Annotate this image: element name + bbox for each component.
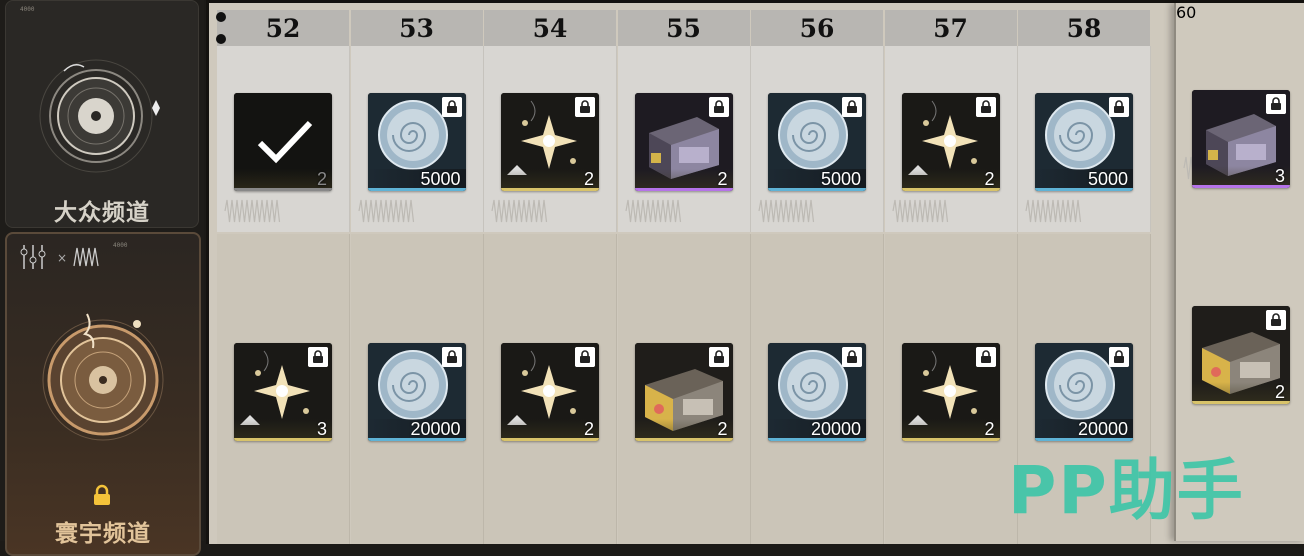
level-number: 53 [350, 10, 483, 46]
premium-channel-tab[interactable]: × 4000 寰宇频道 [5, 232, 201, 556]
level-number: 52 [217, 10, 349, 46]
reward-quantity: 2 [1274, 382, 1285, 402]
lock-icon [708, 347, 729, 367]
public-channel-tab[interactable]: 4000 大众频道 [5, 0, 199, 228]
reward-quantity: 5000 [820, 169, 861, 189]
lock-icon [842, 97, 862, 117]
waveform-decoration [357, 199, 414, 223]
reward-quantity: 2 [583, 169, 594, 189]
golden-disc-icon [42, 313, 164, 441]
reward-item-coin[interactable]: 20000 [367, 343, 466, 441]
reward-column-level-56: 56 5000 20000 [751, 6, 884, 544]
reward-item-coin[interactable]: 5000 [1035, 93, 1133, 191]
level-number: 60 [1176, 3, 1197, 22]
lock-icon [1109, 97, 1129, 117]
channel-sidebar: 4000 大众频道 × 4000 寰宇频道 [0, 0, 204, 556]
reward-item-spark[interactable]: 2 [901, 93, 1000, 191]
reward-quantity: 2 [984, 419, 995, 439]
reward-quantity: 5000 [1087, 169, 1128, 189]
reward-quantity: 20000 [810, 419, 861, 439]
reward-quantity: 3 [316, 419, 327, 439]
reward-quantity: 2 [717, 419, 728, 439]
lock-icon [94, 484, 110, 505]
reward-item-coin[interactable]: 5000 [768, 93, 866, 191]
level-number: 57 [884, 10, 1017, 46]
reward-column-level-54: 54 2 2 [484, 6, 617, 544]
board-rivet [216, 12, 226, 22]
reward-item-spark[interactable]: 2 [501, 343, 599, 441]
lock-icon [975, 347, 996, 367]
waveform-decoration [891, 199, 948, 223]
reward-column-level-55: 55 2 2 [617, 6, 751, 544]
reward-quantity: 2 [717, 169, 728, 189]
reward-quantity: 20000 [410, 419, 461, 439]
svg-text:×: × [57, 251, 67, 265]
lock-icon [575, 97, 595, 117]
board-rivet [216, 34, 226, 44]
lock-icon [575, 347, 595, 367]
reward-item-coin[interactable]: 5000 [367, 93, 466, 191]
lock-icon [708, 97, 729, 117]
reward-item-spark[interactable]: 2 [901, 343, 1000, 441]
premium-channel-title: 寰宇频道 [55, 521, 151, 547]
reward-quantity: 2 [316, 169, 327, 189]
waveform-decoration [224, 199, 281, 223]
waveform-decoration [624, 199, 681, 223]
level-number: 54 [484, 10, 616, 46]
reward-item-spark[interactable]: 2 [501, 93, 599, 191]
reward-item-gold-box[interactable]: 2 [1192, 306, 1290, 404]
level-number: 56 [751, 10, 883, 46]
lock-icon [1109, 347, 1129, 367]
reward-quantity: 2 [984, 169, 995, 189]
code-label: 4000 [113, 242, 128, 249]
reward-column-level-57: 57 2 2 [884, 6, 1018, 544]
waveform-decoration [1025, 199, 1082, 223]
level-number: 55 [617, 10, 750, 46]
level-number: 58 [1018, 10, 1150, 46]
lock-icon [441, 347, 462, 367]
reward-quantity: 3 [1274, 166, 1285, 186]
reward-item-claimed[interactable]: 2 [234, 93, 332, 191]
reward-item-gold-box[interactable]: 2 [634, 343, 733, 441]
lock-icon [1266, 94, 1286, 114]
reward-item-spark[interactable]: 3 [234, 343, 332, 441]
lock-icon [441, 97, 462, 117]
code-label: 4000 [20, 6, 35, 13]
public-channel-title: 大众频道 [54, 200, 150, 226]
reward-quantity: 2 [583, 419, 594, 439]
reward-item-purple-box[interactable]: 2 [634, 93, 733, 191]
reward-item-coin[interactable]: 20000 [1035, 343, 1133, 441]
reward-quantity: 5000 [420, 169, 461, 189]
reward-item-coin[interactable]: 20000 [768, 343, 866, 441]
reward-item-purple-box[interactable]: 3 [1192, 90, 1290, 188]
watermark-text: PP助手 [1008, 452, 1245, 529]
reward-column-level-53: 53 5000 20000 [350, 6, 484, 544]
lock-icon [1266, 310, 1286, 330]
lock-icon [842, 347, 862, 367]
mixer-icon: × [20, 245, 99, 269]
lock-icon [308, 347, 328, 367]
vinyl-disc-icon [39, 59, 160, 173]
reward-column-level-52: 52 2 3 [217, 6, 350, 544]
waveform-decoration [491, 199, 548, 223]
waveform-decoration [758, 199, 815, 223]
lock-icon [975, 97, 996, 117]
